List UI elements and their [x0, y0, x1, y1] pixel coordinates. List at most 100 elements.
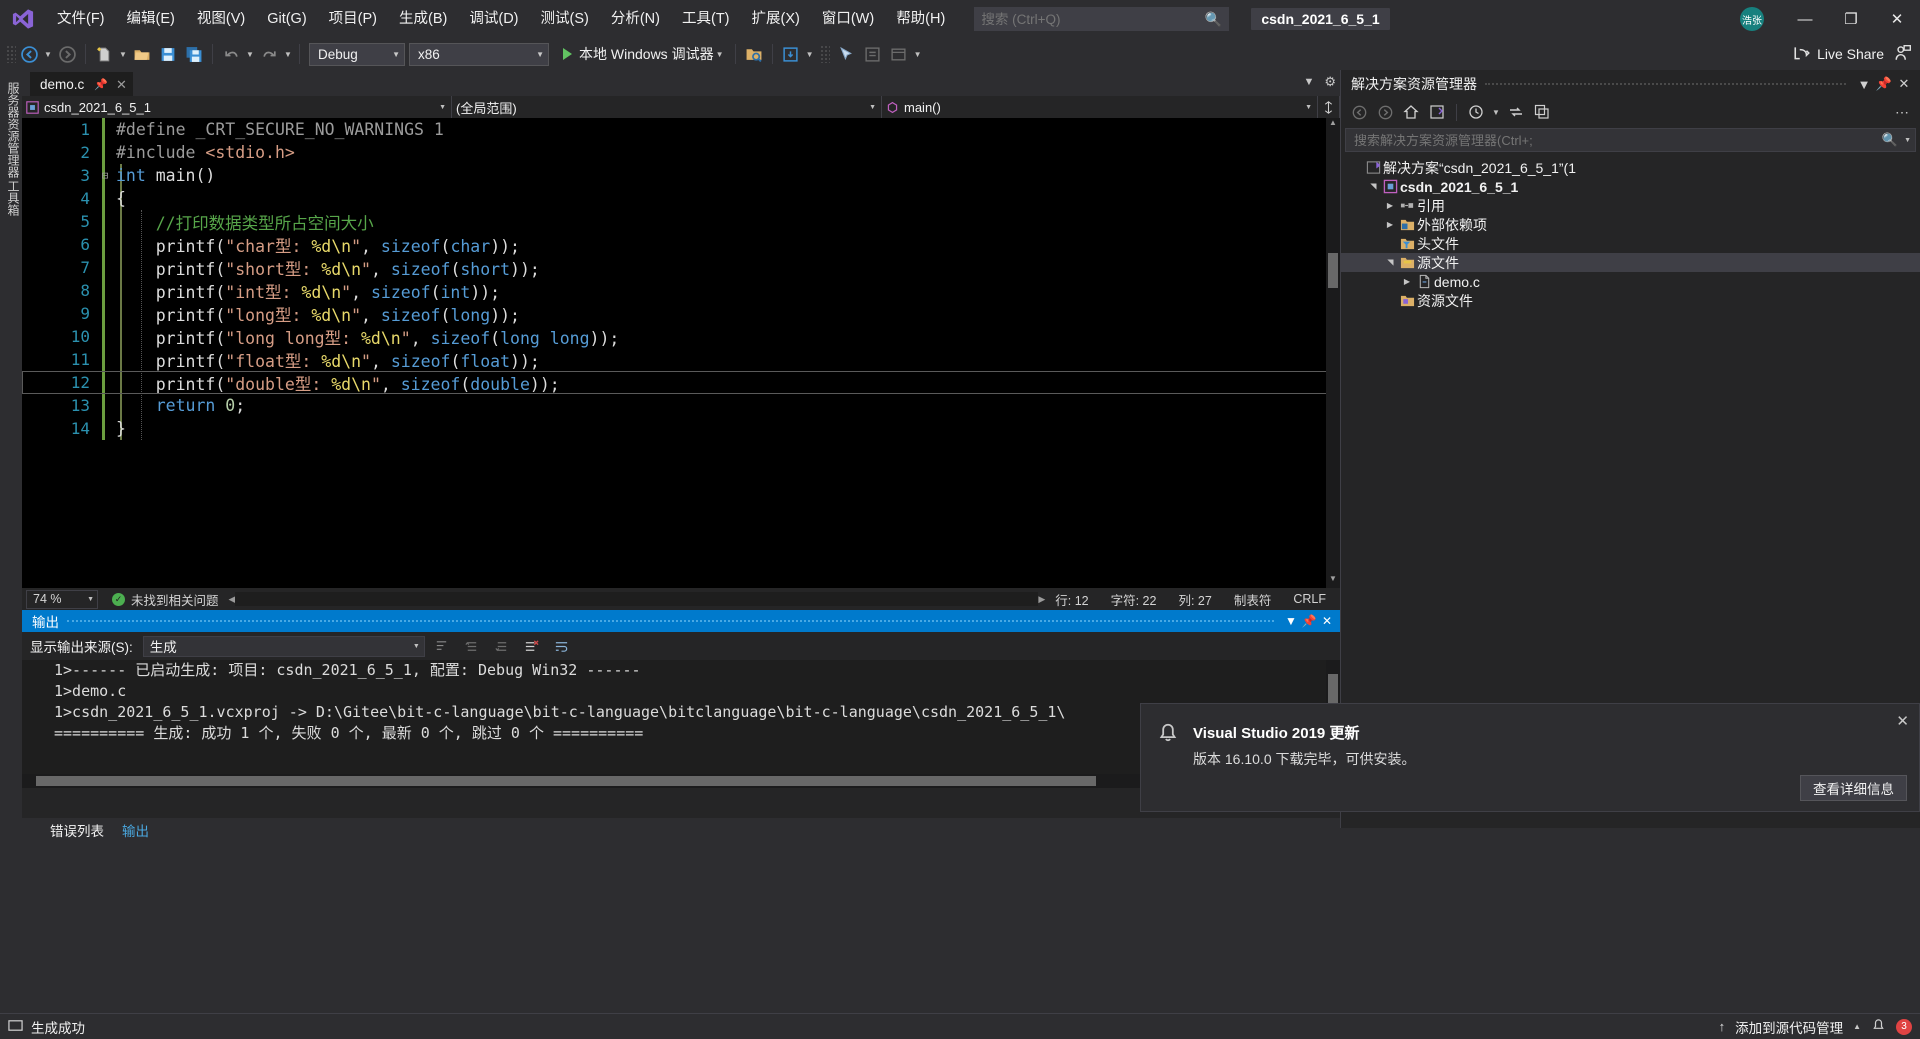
new-item-dropdown-icon[interactable]: ▼	[117, 42, 129, 66]
close-icon[interactable]: ✕	[116, 77, 127, 93]
pin-icon[interactable]: 📌	[1300, 614, 1318, 628]
menu-test[interactable]: 测试(S)	[530, 0, 600, 38]
scroll-right-icon[interactable]: ▶	[1038, 594, 1045, 605]
split-view-icon[interactable]	[1318, 96, 1340, 118]
select-element-icon[interactable]	[834, 42, 860, 66]
clear-all-icon[interactable]	[519, 635, 545, 657]
editor-vertical-scrollbar[interactable]: ▲ ▼	[1326, 118, 1340, 588]
issue-status[interactable]: ✓ 未找到相关问题	[112, 590, 219, 609]
tree-item[interactable]: ▶ 外部依赖项	[1341, 215, 1920, 234]
menu-extensions[interactable]: 扩展(X)	[741, 0, 811, 38]
chevron-up-icon[interactable]: ▲	[1853, 1022, 1861, 1031]
menu-debug[interactable]: 调试(D)	[458, 0, 529, 38]
arrow-forward-icon[interactable]	[1373, 101, 1397, 123]
undo-dropdown-icon[interactable]: ▼	[244, 42, 256, 66]
editor-horizontal-scrollbar[interactable]: ◀ ▶	[229, 592, 1045, 606]
solution-configuration-combo[interactable]: Debug ▼	[309, 42, 405, 66]
rail-tab-server-explorer[interactable]: 服务器资源管理器	[0, 76, 22, 184]
arrow-back-icon[interactable]	[16, 42, 42, 66]
global-search[interactable]: 🔍	[974, 7, 1230, 31]
output-source-combo[interactable]: 生成 ▼	[142, 635, 425, 657]
toast-action-button[interactable]: 查看详细信息	[1800, 775, 1907, 801]
scroll-thumb[interactable]	[1328, 253, 1338, 288]
avatar[interactable]: 浩张	[1740, 7, 1764, 31]
scroll-left-icon[interactable]: ◀	[229, 594, 236, 605]
menu-analyze[interactable]: 分析(N)	[600, 0, 671, 38]
tree-item[interactable]: ◢ csdn_2021_6_5_1	[1341, 177, 1920, 196]
tree-item[interactable]: ◢ 源文件	[1341, 253, 1920, 272]
code-line[interactable]: 1 #define _CRT_SECURE_NO_WARNINGS 1	[22, 118, 1340, 141]
expand-arrow-closed-icon[interactable]: ▶	[1383, 220, 1397, 229]
pin-icon[interactable]: 📌	[94, 78, 108, 91]
notification-count-badge[interactable]: 3	[1896, 1018, 1912, 1035]
restore-button[interactable]: ❐	[1828, 0, 1874, 38]
tab-output[interactable]: 输出	[122, 820, 149, 840]
code-line[interactable]: 5 //打印数据类型所占空间大小	[22, 210, 1340, 233]
arrow-up-icon[interactable]: ↑	[1719, 1019, 1726, 1034]
search-input[interactable]	[981, 11, 1205, 27]
pending-changes-icon[interactable]	[1464, 101, 1488, 123]
save-all-icon[interactable]	[181, 42, 207, 66]
code-editor[interactable]: 1 #define _CRT_SECURE_NO_WARNINGS 1 2 #incl…	[22, 118, 1340, 588]
code-line[interactable]: 7 printf("short型: %d\n", sizeof(short));	[22, 256, 1340, 279]
sync-views-icon[interactable]	[1425, 101, 1449, 123]
refresh-icon[interactable]	[1504, 101, 1528, 123]
tree-item[interactable]: 头文件	[1341, 234, 1920, 253]
open-folder-icon[interactable]	[129, 42, 155, 66]
show-all-files-icon[interactable]	[1530, 101, 1554, 123]
nav-member-combo[interactable]: main() ▼	[882, 96, 1318, 118]
solution-tree[interactable]: 解决方案“csdn_2021_6_5_1”(1 ◢ csdn_2021_6_5_1…	[1341, 156, 1920, 310]
property-explorer-icon[interactable]	[886, 42, 912, 66]
live-share-area[interactable]: Live Share	[1793, 44, 1920, 65]
code-line[interactable]: 13 return 0;	[22, 394, 1340, 417]
live-visual-tree-icon[interactable]	[860, 42, 886, 66]
menu-help[interactable]: 帮助(H)	[885, 0, 956, 38]
document-tab-demo-c[interactable]: demo.c 📌 ✕	[30, 72, 133, 96]
tree-item[interactable]: ▶ demo.c	[1341, 272, 1920, 291]
home-icon[interactable]	[1399, 101, 1423, 123]
person-share-icon[interactable]	[1894, 44, 1912, 65]
new-file-icon[interactable]	[91, 42, 117, 66]
step-into-icon[interactable]	[778, 42, 804, 66]
chevron-down-icon[interactable]: ▼	[1303, 76, 1314, 88]
expand-arrow-closed-icon[interactable]: ▶	[1383, 201, 1397, 210]
toolbar-grip-2[interactable]	[819, 45, 830, 63]
expand-arrow-open-icon[interactable]: ◢	[1386, 256, 1395, 270]
tree-item[interactable]: 解决方案“csdn_2021_6_5_1”(1	[1341, 158, 1920, 177]
code-line[interactable]: 11 printf("float型: %d\n", sizeof(float))…	[22, 348, 1340, 371]
solution-explorer-search[interactable]: 🔍 ▼	[1345, 128, 1916, 152]
menu-project[interactable]: 项目(P)	[318, 0, 388, 38]
fold-toggle-icon[interactable]: ⊟	[98, 169, 112, 182]
menu-build[interactable]: 生成(B)	[388, 0, 458, 38]
back-dropdown-icon[interactable]: ▼	[42, 42, 54, 66]
overflow-icon[interactable]: ⋯	[1890, 101, 1914, 123]
code-line[interactable]: 9 printf("long型: %d\n", sizeof(long));	[22, 302, 1340, 325]
tree-item[interactable]: 资源文件	[1341, 291, 1920, 310]
scroll-up-icon[interactable]: ▲	[1326, 118, 1340, 132]
gear-icon[interactable]: ⚙	[1324, 74, 1336, 90]
chevron-down-icon[interactable]: ▼	[1904, 137, 1911, 144]
nav-project-combo[interactable]: csdn_2021_6_5_1 ▼	[22, 96, 452, 118]
bell-icon[interactable]	[1871, 1018, 1886, 1036]
code-line[interactable]: 6 printf("char型: %d\n", sizeof(char));	[22, 233, 1340, 256]
prev-message-icon[interactable]	[459, 635, 485, 657]
menu-file[interactable]: 文件(F)	[46, 0, 116, 38]
tab-error-list[interactable]: 错误列表	[50, 820, 104, 840]
menu-git[interactable]: Git(G)	[256, 0, 317, 38]
menu-view[interactable]: 视图(V)	[186, 0, 256, 38]
code-line[interactable]: 4{	[22, 187, 1340, 210]
close-icon[interactable]: ✕	[1894, 76, 1914, 92]
pin-icon[interactable]: 📌	[1874, 76, 1894, 92]
rail-tab-toolbox[interactable]: 工具箱	[0, 174, 22, 222]
attach-to-process-icon[interactable]	[741, 42, 767, 66]
code-line[interactable]: 10 printf("long long型: %d\n", sizeof(lon…	[22, 325, 1340, 348]
start-debugging-button[interactable]: 本地 Windows 调试器 ▼	[557, 42, 730, 66]
chevron-down-icon[interactable]: ▼	[714, 42, 726, 66]
nav-scope-combo[interactable]: (全局范围) ▼	[452, 96, 882, 118]
menu-window[interactable]: 窗口(W)	[811, 0, 885, 38]
save-icon[interactable]	[155, 42, 181, 66]
tools-overflow-icon[interactable]: ▼	[912, 42, 924, 66]
tree-item[interactable]: ▶ 引用	[1341, 196, 1920, 215]
solution-search-input[interactable]	[1354, 132, 1882, 148]
expand-arrow-closed-icon[interactable]: ▶	[1400, 277, 1414, 286]
